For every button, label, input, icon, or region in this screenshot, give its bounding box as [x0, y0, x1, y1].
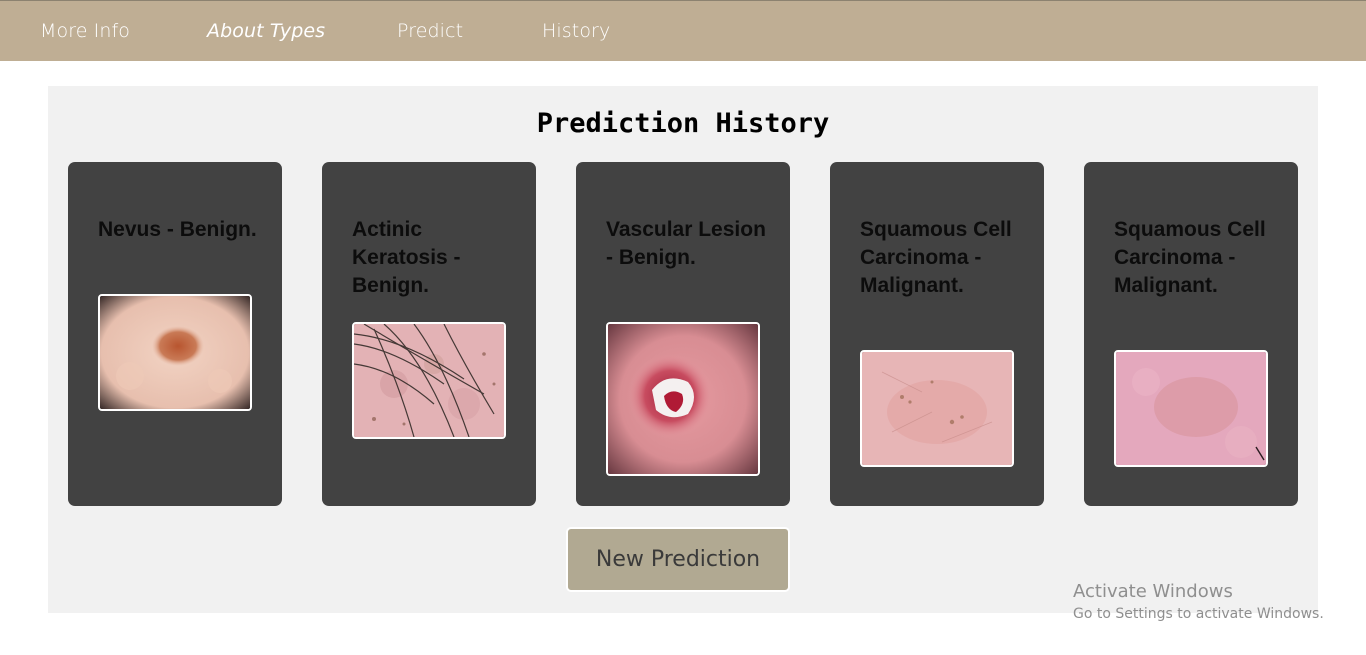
lesion-image — [1114, 350, 1268, 467]
nav-history[interactable]: History — [542, 20, 610, 42]
history-card: Squamous Cell Carcinoma - Malignant. — [830, 162, 1044, 506]
card-diagnosis-label: Squamous Cell Carcinoma - Malignant. — [1114, 218, 1266, 297]
card-diagnosis-label: Vascular Lesion - Benign. — [606, 218, 766, 269]
card-diagnosis-label: Squamous Cell Carcinoma - Malignant. — [860, 218, 1012, 297]
history-card: Vascular Lesion - Benign. — [576, 162, 790, 506]
new-prediction-button[interactable]: New Prediction — [566, 527, 790, 592]
card-diagnosis-label: Nevus - Benign. — [98, 218, 257, 241]
windows-activation-title: Activate Windows — [1073, 581, 1233, 602]
card-diagnosis-label: Actinic Keratosis - Benign. — [352, 218, 461, 297]
nav-about-types[interactable]: About Types — [207, 20, 325, 42]
nav-predict[interactable]: Predict — [397, 20, 463, 42]
lesion-image — [860, 350, 1014, 467]
history-panel: Prediction History Nevus - Benign. Actin… — [48, 86, 1318, 613]
history-card: Nevus - Benign. — [68, 162, 282, 506]
page-title: Prediction History — [536, 108, 830, 139]
windows-activation-subtitle: Go to Settings to activate Windows. — [1073, 606, 1324, 622]
lesion-image — [352, 322, 506, 439]
lesion-image — [98, 294, 252, 411]
nav-more-info[interactable]: More Info — [40, 20, 130, 42]
lesion-image — [606, 322, 760, 476]
top-navbar: More Info About Types Predict History — [0, 0, 1366, 61]
history-card: Actinic Keratosis - Benign. — [322, 162, 536, 506]
history-card: Squamous Cell Carcinoma - Malignant. — [1084, 162, 1298, 506]
